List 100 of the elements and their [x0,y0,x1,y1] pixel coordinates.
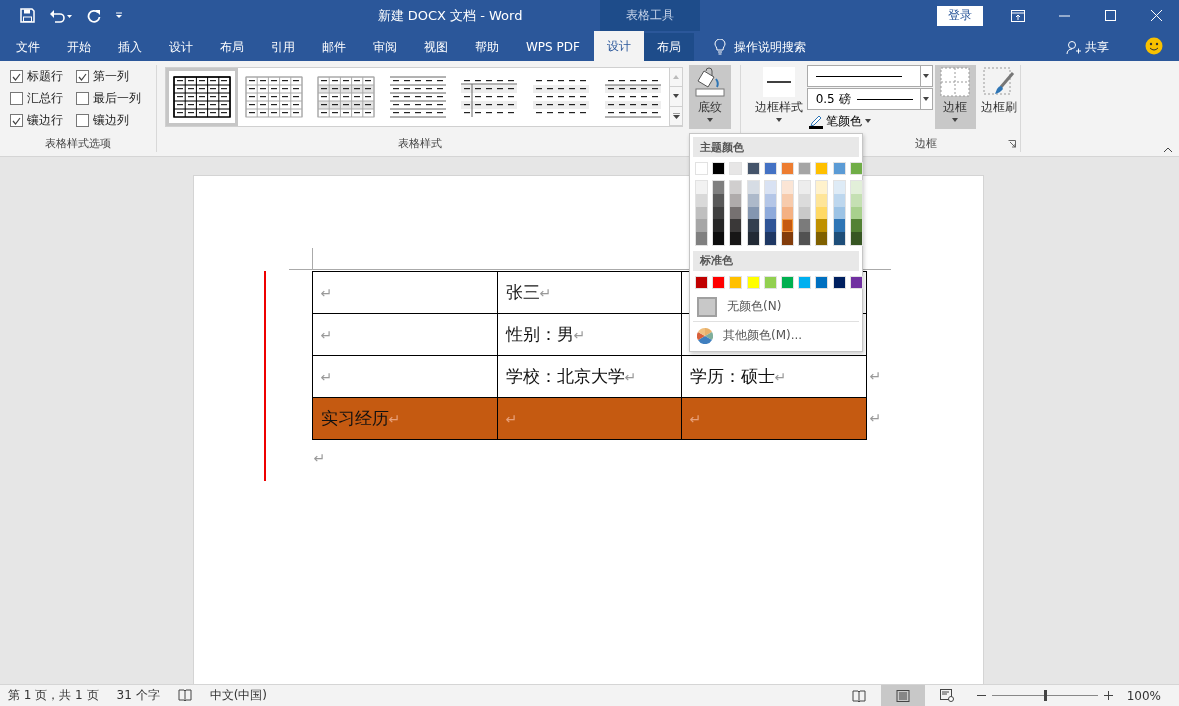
color-swatch[interactable] [850,181,862,194]
collapse-ribbon-icon[interactable] [1163,147,1173,153]
color-swatch[interactable] [833,206,845,220]
more-colors-item[interactable]: 其他颜色(M)... [693,323,859,349]
word-count[interactable]: 31 个字 [116,687,160,704]
color-swatch[interactable] [781,181,793,194]
save-icon[interactable] [20,8,35,23]
checkbox[interactable] [76,70,89,83]
checkbox-label: 汇总行 [27,90,63,107]
checkbox[interactable] [10,70,23,83]
zoom-slider-thumb[interactable] [1043,690,1047,701]
view-button[interactable] [880,685,925,706]
color-swatch[interactable] [730,181,742,194]
color-swatch[interactable] [781,232,793,245]
color-swatch[interactable] [696,193,707,207]
color-swatch[interactable] [713,219,725,233]
no-color-item[interactable]: 无颜色(N) [693,294,859,320]
color-swatch[interactable] [713,181,725,194]
color-swatch[interactable] [850,206,862,220]
color-swatch[interactable] [747,219,759,233]
undo-icon[interactable] [49,8,73,23]
smiley-icon[interactable] [1145,37,1163,55]
color-swatch[interactable] [799,206,811,220]
color-swatch[interactable] [816,206,828,220]
color-swatch[interactable] [730,219,742,233]
color-swatch[interactable] [696,219,707,233]
color-swatch[interactable] [730,193,742,207]
border-styles-button[interactable]: 边框样式 [753,65,805,129]
line-style-dropdown[interactable] [806,65,933,87]
scroll-down-button[interactable] [670,87,682,107]
ribbon-tab[interactable]: 设计 [156,33,206,61]
color-swatch[interactable] [696,206,707,220]
shading-button[interactable]: 底纹 [689,65,731,129]
ribbon-tab[interactable]: WPS PDF [513,33,593,61]
color-swatch[interactable] [781,193,793,207]
color-swatch[interactable] [713,193,725,207]
color-swatch[interactable] [833,193,845,207]
color-swatch[interactable] [816,181,828,194]
line-weight-dropdown[interactable]: 0.5 磅 [806,88,933,110]
ribbon-tab[interactable]: 设计 [593,31,644,61]
color-swatch[interactable] [816,232,828,245]
color-swatch[interactable] [816,193,828,207]
zoom-in-icon[interactable] [1103,691,1113,700]
more-button[interactable] [670,106,682,126]
color-swatch[interactable] [713,232,725,245]
ribbon-tab[interactable]: 开始 [54,33,104,61]
color-swatch[interactable] [696,232,707,245]
checkbox[interactable] [10,114,23,127]
color-swatch[interactable] [730,206,742,220]
dialog-launcher-icon[interactable] [1008,140,1016,148]
sign-in-button[interactable]: 登录 [937,5,983,26]
color-swatch[interactable] [850,219,862,233]
color-swatch[interactable] [713,206,725,220]
page-count[interactable]: 第 1 页，共 1 页 [8,687,99,704]
color-swatch[interactable] [747,181,759,194]
color-swatch[interactable] [764,219,776,233]
color-swatch[interactable] [764,193,776,207]
color-swatch[interactable] [747,206,759,220]
color-swatch[interactable] [799,232,811,245]
color-swatch[interactable] [730,232,742,245]
language-indicator[interactable]: 中文(中国) [209,687,267,704]
color-swatch[interactable] [799,219,811,233]
share-button[interactable]: 共享 [1060,33,1115,61]
table-style-thumbnail[interactable] [166,68,238,126]
ribbon-tab[interactable]: 布局 [207,33,257,61]
zoom-percent[interactable]: 100% [1126,688,1161,703]
border-painter-button[interactable]: 边框刷 [978,65,1020,129]
color-swatch[interactable] [833,232,845,245]
color-swatch[interactable] [850,232,862,245]
ribbon-tab[interactable]: 插入 [105,33,155,61]
borders-button[interactable]: 边框 [934,65,977,129]
checkbox[interactable] [76,114,89,127]
color-swatch[interactable] [799,193,811,207]
redo-icon[interactable] [87,8,101,23]
color-swatch[interactable] [833,219,845,233]
ribbon-tab[interactable]: 帮助 [462,33,512,61]
ribbon-tab[interactable]: 邮件 [309,33,359,61]
color-swatch[interactable] [833,181,845,194]
color-swatch[interactable] [781,219,793,233]
checkbox[interactable] [10,92,23,105]
color-swatch[interactable] [747,232,759,245]
color-swatch[interactable] [781,206,793,220]
ribbon-tab[interactable]: 布局 [643,33,694,61]
color-swatch[interactable] [696,181,707,194]
customize-caret-icon[interactable] [115,12,123,19]
color-swatch[interactable] [816,219,828,233]
proofing-book-icon[interactable] [177,689,192,702]
color-swatch[interactable] [764,232,776,245]
ribbon-tab[interactable]: 审阅 [360,33,410,61]
ribbon-tab[interactable]: 文件 [3,33,53,61]
color-swatch[interactable] [764,181,776,194]
ribbon-tab[interactable]: 引用 [258,33,308,61]
pen-color-button[interactable]: 笔颜色 [806,111,933,131]
ribbon-tab[interactable]: 视图 [411,33,461,61]
tell-me-search[interactable]: 操作说明搜索 [707,33,812,61]
color-swatch[interactable] [764,206,776,220]
checkbox[interactable] [76,92,89,105]
color-swatch[interactable] [850,193,862,207]
color-swatch[interactable] [747,193,759,207]
color-swatch[interactable] [799,181,811,194]
